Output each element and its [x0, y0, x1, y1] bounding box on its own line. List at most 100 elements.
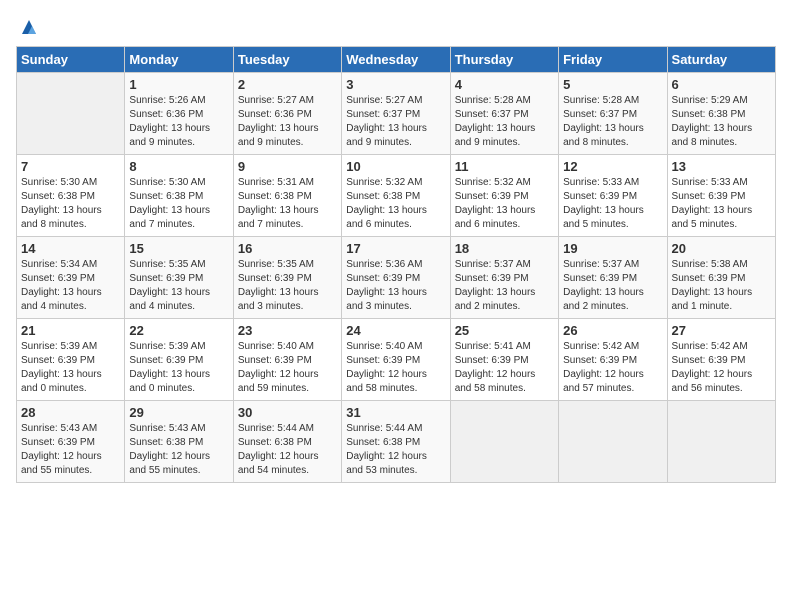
weekday-header: Monday	[125, 47, 233, 73]
day-number: 24	[346, 323, 445, 338]
day-info: Sunrise: 5:44 AM Sunset: 6:38 PM Dayligh…	[346, 422, 445, 478]
logo	[16, 16, 40, 38]
day-number: 23	[238, 323, 337, 338]
calendar-cell: 23 Sunrise: 5:40 AM Sunset: 6:39 PM Dayli…	[233, 319, 341, 401]
day-info: Sunrise: 5:33 AM Sunset: 6:39 PM Dayligh…	[563, 176, 662, 232]
weekday-header: Tuesday	[233, 47, 341, 73]
calendar-cell: 8Sunrise: 5:30 AM Sunset: 6:38 PM Daylig…	[125, 155, 233, 237]
day-info: Sunrise: 5:39 AM Sunset: 6:39 PM Dayligh…	[129, 340, 228, 396]
calendar-cell: 24Sunrise: 5:40 AM Sunset: 6:39 PM Dayli…	[342, 319, 450, 401]
day-info: Sunrise: 5:29 AM Sunset: 6:38 PM Dayligh…	[672, 94, 771, 150]
day-number: 7	[21, 159, 120, 174]
calendar-cell: 12 Sunrise: 5:33 AM Sunset: 6:39 PM Dayli…	[559, 155, 667, 237]
day-info: Sunrise: 5:42 AM Sunset: 6:39 PM Dayligh…	[563, 340, 662, 396]
day-number: 20	[672, 241, 771, 256]
day-info: Sunrise: 5:37 AM Sunset: 6:39 PM Dayligh…	[563, 258, 662, 314]
day-info: Sunrise: 5:32 AM Sunset: 6:38 PM Dayligh…	[346, 176, 445, 232]
calendar-cell: 17 Sunrise: 5:36 AM Sunset: 6:39 PM Dayli…	[342, 237, 450, 319]
day-info: Sunrise: 5:30 AM Sunset: 6:38 PM Dayligh…	[129, 176, 228, 232]
day-info: Sunrise: 5:40 AM Sunset: 6:39 PM Dayligh…	[238, 340, 337, 396]
calendar-cell: 31 Sunrise: 5:44 AM Sunset: 6:38 PM Dayli…	[342, 401, 450, 483]
day-info: Sunrise: 5:30 AM Sunset: 6:38 PM Dayligh…	[21, 176, 120, 232]
day-info: Sunrise: 5:37 AM Sunset: 6:39 PM Dayligh…	[455, 258, 554, 314]
calendar-cell: 28 Sunrise: 5:43 AM Sunset: 6:39 PM Dayli…	[17, 401, 125, 483]
day-info: Sunrise: 5:42 AM Sunset: 6:39 PM Dayligh…	[672, 340, 771, 396]
calendar-cell: 19Sunrise: 5:37 AM Sunset: 6:39 PM Dayli…	[559, 237, 667, 319]
day-number: 26	[563, 323, 662, 338]
day-number: 31	[346, 405, 445, 420]
day-number: 9	[238, 159, 337, 174]
calendar-week-row: 7 Sunrise: 5:30 AM Sunset: 6:38 PM Daylig…	[17, 155, 776, 237]
day-info: Sunrise: 5:27 AM Sunset: 6:36 PM Dayligh…	[238, 94, 337, 150]
day-number: 17	[346, 241, 445, 256]
page-header	[16, 16, 776, 38]
calendar-cell: 20 Sunrise: 5:38 AM Sunset: 6:39 PM Dayli…	[667, 237, 775, 319]
calendar-cell: 9Sunrise: 5:31 AM Sunset: 6:38 PM Daylig…	[233, 155, 341, 237]
calendar-week-row: 21 Sunrise: 5:39 AM Sunset: 6:39 PM Dayli…	[17, 319, 776, 401]
day-info: Sunrise: 5:33 AM Sunset: 6:39 PM Dayligh…	[672, 176, 771, 232]
header-row: SundayMondayTuesdayWednesdayThursdayFrid…	[17, 47, 776, 73]
day-info: Sunrise: 5:43 AM Sunset: 6:39 PM Dayligh…	[21, 422, 120, 478]
day-number: 10	[346, 159, 445, 174]
weekday-header: Saturday	[667, 47, 775, 73]
day-number: 6	[672, 77, 771, 92]
calendar-cell: 3Sunrise: 5:27 AM Sunset: 6:37 PM Daylig…	[342, 73, 450, 155]
calendar-cell: 29 Sunrise: 5:43 AM Sunset: 6:38 PM Dayli…	[125, 401, 233, 483]
calendar-cell: 1 Sunrise: 5:26 AM Sunset: 6:36 PM Daylig…	[125, 73, 233, 155]
calendar-week-row: 1 Sunrise: 5:26 AM Sunset: 6:36 PM Daylig…	[17, 73, 776, 155]
calendar-cell	[559, 401, 667, 483]
day-number: 11	[455, 159, 554, 174]
day-info: Sunrise: 5:41 AM Sunset: 6:39 PM Dayligh…	[455, 340, 554, 396]
day-number: 29	[129, 405, 228, 420]
day-number: 22	[129, 323, 228, 338]
weekday-header: Sunday	[17, 47, 125, 73]
calendar-table: SundayMondayTuesdayWednesdayThursdayFrid…	[16, 46, 776, 483]
calendar-cell: 21 Sunrise: 5:39 AM Sunset: 6:39 PM Dayli…	[17, 319, 125, 401]
day-number: 16	[238, 241, 337, 256]
day-number: 27	[672, 323, 771, 338]
day-number: 14	[21, 241, 120, 256]
day-info: Sunrise: 5:27 AM Sunset: 6:37 PM Dayligh…	[346, 94, 445, 150]
day-info: Sunrise: 5:38 AM Sunset: 6:39 PM Dayligh…	[672, 258, 771, 314]
calendar-cell: 30 Sunrise: 5:44 AM Sunset: 6:38 PM Dayli…	[233, 401, 341, 483]
calendar-cell: 11 Sunrise: 5:32 AM Sunset: 6:39 PM Dayli…	[450, 155, 558, 237]
day-number: 1	[129, 77, 228, 92]
calendar-cell: 2Sunrise: 5:27 AM Sunset: 6:36 PM Daylig…	[233, 73, 341, 155]
calendar-cell: 5 Sunrise: 5:28 AM Sunset: 6:37 PM Daylig…	[559, 73, 667, 155]
calendar-cell: 4Sunrise: 5:28 AM Sunset: 6:37 PM Daylig…	[450, 73, 558, 155]
calendar-cell	[450, 401, 558, 483]
weekday-header: Friday	[559, 47, 667, 73]
day-number: 12	[563, 159, 662, 174]
calendar-cell: 6 Sunrise: 5:29 AM Sunset: 6:38 PM Daylig…	[667, 73, 775, 155]
day-info: Sunrise: 5:28 AM Sunset: 6:37 PM Dayligh…	[563, 94, 662, 150]
logo-icon	[18, 16, 40, 38]
day-info: Sunrise: 5:43 AM Sunset: 6:38 PM Dayligh…	[129, 422, 228, 478]
calendar-cell: 18Sunrise: 5:37 AM Sunset: 6:39 PM Dayli…	[450, 237, 558, 319]
day-info: Sunrise: 5:35 AM Sunset: 6:39 PM Dayligh…	[129, 258, 228, 314]
calendar-cell: 7 Sunrise: 5:30 AM Sunset: 6:38 PM Daylig…	[17, 155, 125, 237]
calendar-cell: 13Sunrise: 5:33 AM Sunset: 6:39 PM Dayli…	[667, 155, 775, 237]
day-info: Sunrise: 5:28 AM Sunset: 6:37 PM Dayligh…	[455, 94, 554, 150]
weekday-header: Thursday	[450, 47, 558, 73]
calendar-header: SundayMondayTuesdayWednesdayThursdayFrid…	[17, 47, 776, 73]
calendar-cell: 25 Sunrise: 5:41 AM Sunset: 6:39 PM Dayli…	[450, 319, 558, 401]
calendar-cell: 14Sunrise: 5:34 AM Sunset: 6:39 PM Dayli…	[17, 237, 125, 319]
day-number: 25	[455, 323, 554, 338]
calendar-cell: 27 Sunrise: 5:42 AM Sunset: 6:39 PM Dayli…	[667, 319, 775, 401]
calendar-cell: 22 Sunrise: 5:39 AM Sunset: 6:39 PM Dayli…	[125, 319, 233, 401]
day-info: Sunrise: 5:32 AM Sunset: 6:39 PM Dayligh…	[455, 176, 554, 232]
day-info: Sunrise: 5:36 AM Sunset: 6:39 PM Dayligh…	[346, 258, 445, 314]
day-number: 21	[21, 323, 120, 338]
calendar-week-row: 14Sunrise: 5:34 AM Sunset: 6:39 PM Dayli…	[17, 237, 776, 319]
calendar-cell	[17, 73, 125, 155]
day-number: 28	[21, 405, 120, 420]
day-number: 30	[238, 405, 337, 420]
calendar-cell: 26 Sunrise: 5:42 AM Sunset: 6:39 PM Dayli…	[559, 319, 667, 401]
day-number: 5	[563, 77, 662, 92]
day-info: Sunrise: 5:26 AM Sunset: 6:36 PM Dayligh…	[129, 94, 228, 150]
day-info: Sunrise: 5:35 AM Sunset: 6:39 PM Dayligh…	[238, 258, 337, 314]
calendar-cell: 15Sunrise: 5:35 AM Sunset: 6:39 PM Dayli…	[125, 237, 233, 319]
day-info: Sunrise: 5:44 AM Sunset: 6:38 PM Dayligh…	[238, 422, 337, 478]
day-info: Sunrise: 5:39 AM Sunset: 6:39 PM Dayligh…	[21, 340, 120, 396]
weekday-header: Wednesday	[342, 47, 450, 73]
